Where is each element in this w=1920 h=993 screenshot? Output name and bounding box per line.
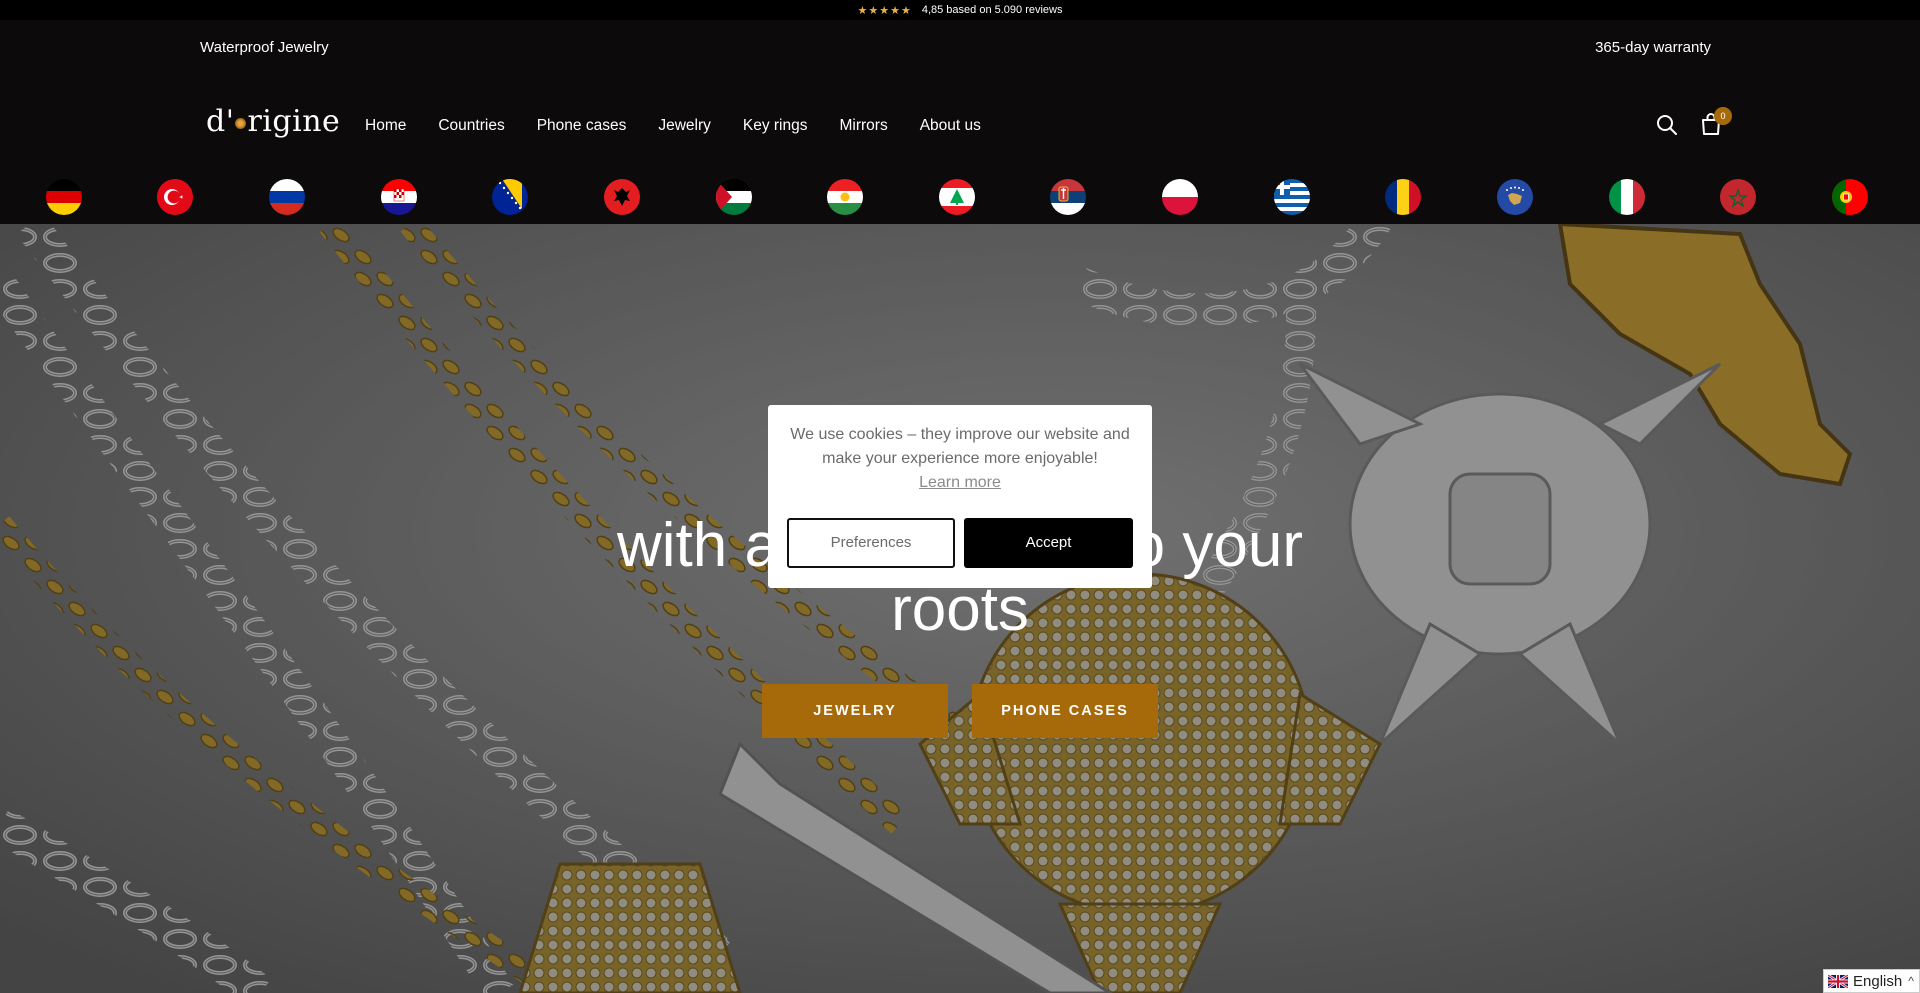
nav-about-us[interactable]: About us [920, 117, 981, 135]
language-selector[interactable]: English ^ [1823, 969, 1920, 993]
greece-flag[interactable] [1274, 179, 1310, 215]
russia-flag[interactable] [269, 179, 305, 215]
cookie-consent-dialog: We use cookies – they improve our websit… [768, 405, 1152, 588]
turkey-flag[interactable] [157, 179, 193, 215]
nav-home[interactable]: Home [365, 117, 406, 135]
announcement-bar: Waterproof Jewelry 365-day warranty [0, 20, 1920, 76]
cookie-message: We use cookies – they improve our websit… [790, 426, 1130, 467]
review-bar[interactable]: ★★★★★ 4,85 based on 5.090 reviews [0, 0, 1920, 20]
announcement-left: Waterproof Jewelry [200, 39, 329, 56]
kurdistan-flag[interactable] [827, 179, 863, 215]
germany-flag[interactable] [46, 179, 82, 215]
nav-key-rings[interactable]: Key rings [743, 117, 808, 135]
announcement-right: 365-day warranty [1595, 39, 1711, 56]
preferences-button[interactable]: Preferences [787, 518, 955, 568]
palestine-flag[interactable] [716, 179, 752, 215]
main-nav: Home Countries Phone cases Jewelry Key r… [365, 117, 1013, 135]
logo-dot-icon [235, 117, 247, 129]
logo[interactable]: d' rigine [206, 104, 340, 139]
learn-more-link[interactable]: Learn more [919, 474, 1001, 492]
phone-cases-button[interactable]: PHONE CASES [972, 684, 1158, 738]
croatia-flag[interactable] [381, 179, 417, 215]
nav-phone-cases[interactable]: Phone cases [537, 117, 627, 135]
bosnia-flag[interactable] [492, 179, 528, 215]
rating-text: 4,85 based on 5.090 reviews [921, 4, 1063, 16]
romania-flag[interactable] [1385, 179, 1421, 215]
logo-suffix: rigine [247, 104, 341, 139]
lebanon-flag[interactable] [939, 179, 975, 215]
portugal-flag[interactable] [1832, 179, 1868, 215]
albania-flag[interactable] [604, 179, 640, 215]
morocco-flag[interactable] [1720, 179, 1756, 215]
serbia-flag[interactable] [1050, 179, 1086, 215]
italy-flag[interactable] [1609, 179, 1645, 215]
hero-banner: with ao your roots JEWELRY PHONE CASES [0, 224, 1920, 993]
accept-button[interactable]: Accept [964, 518, 1133, 568]
poland-flag[interactable] [1162, 179, 1198, 215]
nav-jewelry[interactable]: Jewelry [658, 117, 711, 135]
site-header: d' rigine Home Countries Phone cases Jewe… [0, 76, 1920, 176]
nav-countries[interactable]: Countries [438, 117, 504, 135]
cart-count-badge: 0 [1714, 107, 1732, 125]
country-flags-bar [0, 176, 1920, 224]
jewelry-button[interactable]: JEWELRY [762, 684, 948, 738]
logo-prefix: d' [206, 104, 235, 139]
cookie-buttons: Preferences Accept [787, 518, 1133, 568]
nav-mirrors[interactable]: Mirrors [840, 117, 888, 135]
uk-flag-icon [1828, 974, 1848, 988]
hero-title-part2: o your [1130, 511, 1303, 580]
kosovo-flag[interactable] [1497, 179, 1533, 215]
chevron-up-icon: ^ [1908, 974, 1914, 988]
rating-stars: ★★★★★ [857, 4, 912, 17]
hero-title-part1: with a [617, 511, 779, 580]
language-label: English [1853, 972, 1903, 990]
search-icon[interactable] [1656, 114, 1678, 136]
